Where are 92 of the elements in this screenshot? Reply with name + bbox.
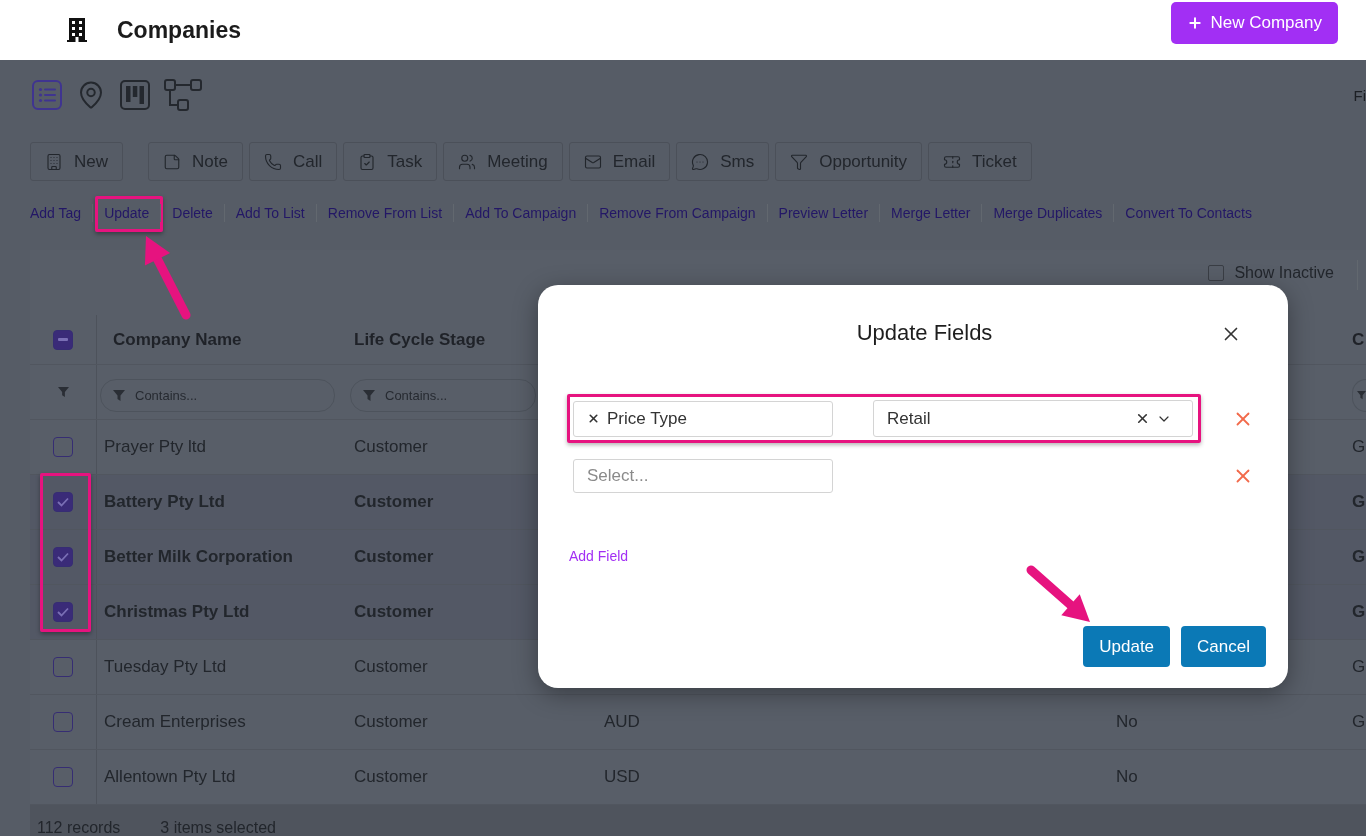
table-cell: Better Milk Corporation (104, 547, 293, 567)
list-icon[interactable] (32, 80, 62, 110)
cut-off-label: Fi (1353, 86, 1366, 104)
table-cell: USD (604, 767, 640, 787)
dialog-button[interactable]: Update (1083, 626, 1171, 667)
toolbar-button[interactable]: Ticket (928, 142, 1032, 181)
table-cell: G (1352, 657, 1366, 677)
action-link[interactable]: Convert To Contacts (1125, 204, 1252, 222)
page-title: Companies (117, 16, 241, 44)
funnel-icon (57, 386, 69, 398)
table-cell: G (1352, 547, 1366, 567)
column-header[interactable]: C (1352, 329, 1365, 350)
toolbar-button[interactable]: Opportunity (775, 142, 923, 181)
chat-bubble-icon (691, 152, 710, 171)
people-icon (458, 152, 477, 171)
value-select[interactable]: Retail (873, 400, 1193, 437)
minus-icon (58, 338, 68, 341)
table-cell: G (1352, 437, 1366, 457)
row-checkbox[interactable] (53, 437, 73, 457)
table-cell: Cream Enterprises (104, 712, 246, 732)
new-company-button[interactable]: New Company (1170, 2, 1338, 44)
field-select[interactable]: Price Type (573, 400, 833, 437)
filter-field[interactable]: Contains... (350, 379, 536, 412)
dialog-button[interactable]: Cancel (1181, 626, 1266, 667)
toolbar-button[interactable]: Task (343, 142, 438, 181)
toolbar-button[interactable]: New (30, 142, 123, 181)
funnel-icon (1357, 391, 1366, 400)
funnel-icon (363, 389, 375, 402)
select-all-checkbox[interactable] (53, 329, 73, 350)
action-link[interactable]: Update (104, 204, 150, 222)
funnel-icon (113, 389, 125, 402)
table-cell: Battery Pty Ltd (104, 492, 225, 512)
table-cell: No (1116, 712, 1138, 732)
checkbox[interactable] (1208, 265, 1225, 281)
toolbar-button[interactable]: Sms (676, 142, 770, 181)
table-cell: Customer (354, 492, 434, 512)
action-link[interactable]: Remove From Campaign (599, 204, 756, 222)
table-cell: Customer (354, 602, 434, 622)
table-cell: G (1352, 492, 1366, 512)
action-link[interactable]: Remove From List (327, 204, 443, 222)
table-cell: No (1116, 767, 1138, 787)
check-icon (57, 607, 69, 617)
remove-icon[interactable] (587, 412, 600, 425)
table-cell: Customer (354, 437, 428, 457)
table-cell: Customer (354, 712, 428, 732)
phone-icon (263, 152, 282, 171)
column-header[interactable]: Company Name (113, 329, 242, 350)
clipboard-check-icon (358, 152, 377, 171)
envelope-icon (583, 152, 602, 171)
table-cell: Customer (354, 657, 428, 677)
row-checkbox[interactable] (53, 712, 73, 732)
toolbar-button[interactable]: Meeting (443, 142, 563, 181)
field-select[interactable]: Select... (573, 459, 833, 493)
plus-icon (1186, 15, 1203, 31)
table-cell: AUD (604, 712, 640, 732)
row-checkbox[interactable] (53, 492, 73, 512)
table-cell: G (1352, 712, 1366, 732)
funnel-icon (790, 152, 809, 171)
action-link[interactable]: Merge Letter (891, 204, 971, 222)
row-checkbox[interactable] (53, 547, 73, 567)
add-field-link[interactable]: Add Field (569, 548, 629, 564)
row-checkbox[interactable] (53, 767, 73, 787)
filter-field[interactable]: Contains... (100, 379, 335, 412)
action-link[interactable]: Add To Campaign (465, 204, 577, 222)
check-icon (57, 552, 69, 562)
kanban-icon[interactable] (120, 80, 150, 110)
toolbar-button[interactable]: Call (248, 142, 338, 181)
action-link[interactable]: Delete (172, 204, 213, 222)
table-cell: Tuesday Pty Ltd (104, 657, 227, 677)
hierarchy-icon[interactable] (164, 79, 202, 111)
action-link[interactable]: Preview Letter (778, 204, 869, 222)
check-icon (57, 497, 69, 507)
table-cell: Allentown Pty Ltd (104, 767, 236, 787)
action-link[interactable]: Merge Duplicates (993, 204, 1103, 222)
table-cell: G (1352, 602, 1366, 622)
row-checkbox[interactable] (53, 602, 73, 622)
building-icon (67, 18, 87, 42)
checkbox-label: Show Inactive (1234, 264, 1334, 282)
table-cell: Customer (354, 547, 434, 567)
note-icon (163, 152, 181, 171)
toolbar-button[interactable]: Email (568, 142, 671, 181)
dialog-title: Update Fields (855, 320, 993, 346)
table-cell: Christmas Pty Ltd (104, 602, 250, 622)
column-header[interactable]: Life Cycle Stage (354, 329, 486, 350)
table-cell: Prayer Pty ltd (104, 437, 207, 457)
building-icon (45, 152, 63, 171)
action-link[interactable]: Add To List (235, 204, 305, 222)
toolbar-button[interactable]: Note (148, 142, 243, 181)
row-checkbox[interactable] (53, 657, 73, 677)
table-cell: Customer (354, 767, 428, 787)
clear-icon[interactable] (1135, 411, 1150, 426)
action-link[interactable]: Add Tag (30, 204, 82, 222)
